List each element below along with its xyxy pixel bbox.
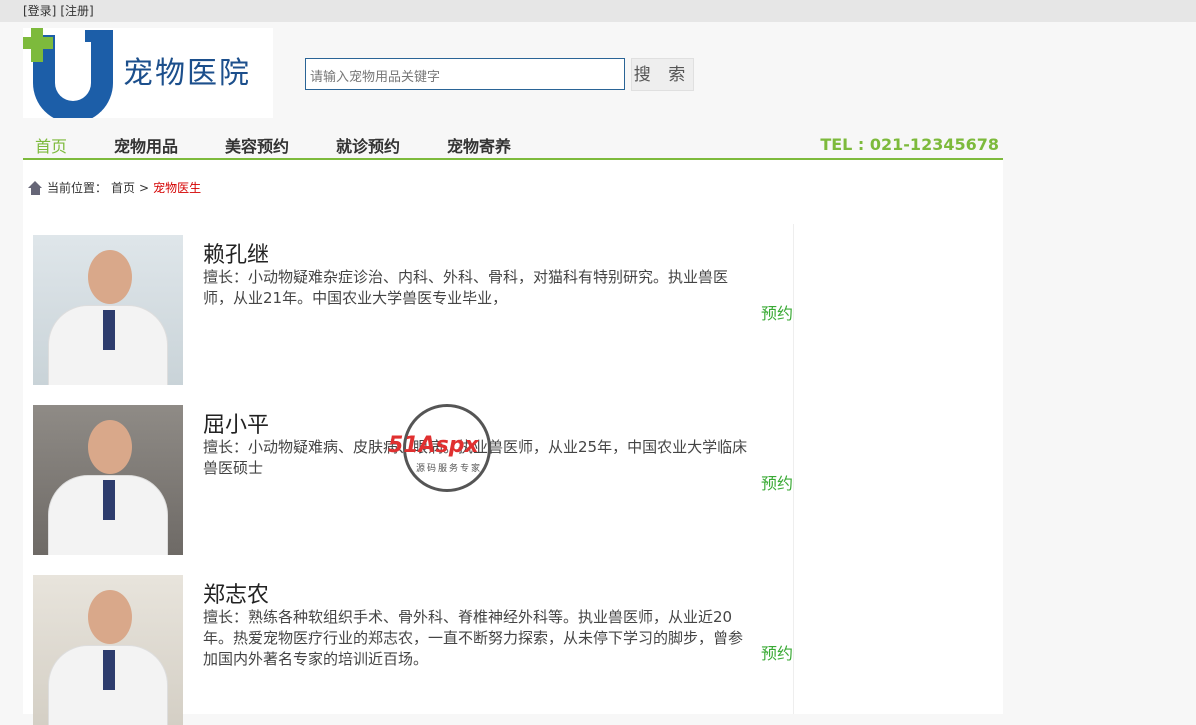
nav-clinic[interactable]: 就诊预约: [336, 133, 400, 157]
header: 宠物医院 请输入宠物用品关键字 搜 索 首页 宠物用品 美容预约 就诊预约 宠物…: [0, 22, 1003, 161]
doctor-name[interactable]: 郑志农: [203, 577, 269, 609]
top-bar: [登录] [注册]: [0, 0, 1196, 22]
breadcrumb-sep: >: [139, 180, 150, 195]
doctor-item: 赖孔继 擅长：小动物疑难杂症诊治、内科、外科、骨科，对猫科有特别研究。执业兽医师…: [33, 235, 793, 385]
register-link[interactable]: [注册]: [60, 4, 93, 18]
doctor-desc: 擅长：熟练各种软组织手术、骨外科、脊椎神经外科等。执业兽医师，从业近20年。热爱…: [203, 608, 744, 668]
logo[interactable]: 宠物医院: [23, 28, 273, 118]
logo-u-top: [85, 30, 113, 42]
doctor-name[interactable]: 屈小平: [203, 407, 269, 439]
nav-pet-supplies[interactable]: 宠物用品: [114, 133, 178, 157]
home-icon: [28, 180, 43, 195]
nav-grooming[interactable]: 美容预约: [225, 133, 289, 157]
logo-cross-bar: [23, 37, 53, 49]
tel: TEL : 021-12345678: [820, 135, 999, 154]
divider: [793, 224, 794, 714]
book-button[interactable]: 预约: [761, 640, 793, 664]
logo-title: 宠物医院: [123, 56, 251, 91]
book-button[interactable]: 预约: [761, 300, 793, 324]
doctor-item: 屈小平 擅长：小动物疑难病、皮肤病、眼病。执业兽医师，从业25年，中国农业大学临…: [33, 405, 793, 555]
book-button[interactable]: 预约: [761, 470, 793, 494]
doctor-photo[interactable]: [33, 575, 183, 725]
nav-boarding[interactable]: 宠物寄养: [447, 133, 511, 157]
main-nav: 首页 宠物用品 美容预约 就诊预约 宠物寄养 TEL : 021-1234567…: [23, 131, 1003, 161]
doctor-item: 郑志农 擅长：熟练各种软组织手术、骨外科、脊椎神经外科等。执业兽医师，从业近20…: [33, 575, 793, 725]
breadcrumb-home[interactable]: 首页: [111, 179, 135, 196]
doctor-desc: 擅长：小动物疑难病、皮肤病、眼病。执业兽医师，从业25年，中国农业大学临床兽医硕…: [203, 438, 748, 477]
content: 当前位置： 首页 > 宠物医生 赖孔继 擅长：小动物疑难杂症诊治、内科、外科、骨…: [23, 160, 1003, 725]
search-button[interactable]: 搜 索: [631, 58, 694, 91]
doctor-desc: 擅长：小动物疑难杂症诊治、内科、外科、骨科，对猫科有特别研究。执业兽医师，从业2…: [203, 268, 729, 307]
doctor-photo[interactable]: [33, 405, 183, 555]
breadcrumb: 当前位置： 首页 > 宠物医生: [28, 179, 201, 196]
nav-home[interactable]: 首页: [35, 133, 67, 157]
breadcrumb-current: 宠物医生: [153, 181, 202, 195]
breadcrumb-label: 当前位置：: [47, 181, 108, 195]
doctor-photo[interactable]: [33, 235, 183, 385]
search-input[interactable]: 请输入宠物用品关键字: [305, 58, 625, 90]
login-link[interactable]: [登录]: [23, 4, 56, 18]
doctor-name[interactable]: 赖孔继: [203, 237, 269, 269]
